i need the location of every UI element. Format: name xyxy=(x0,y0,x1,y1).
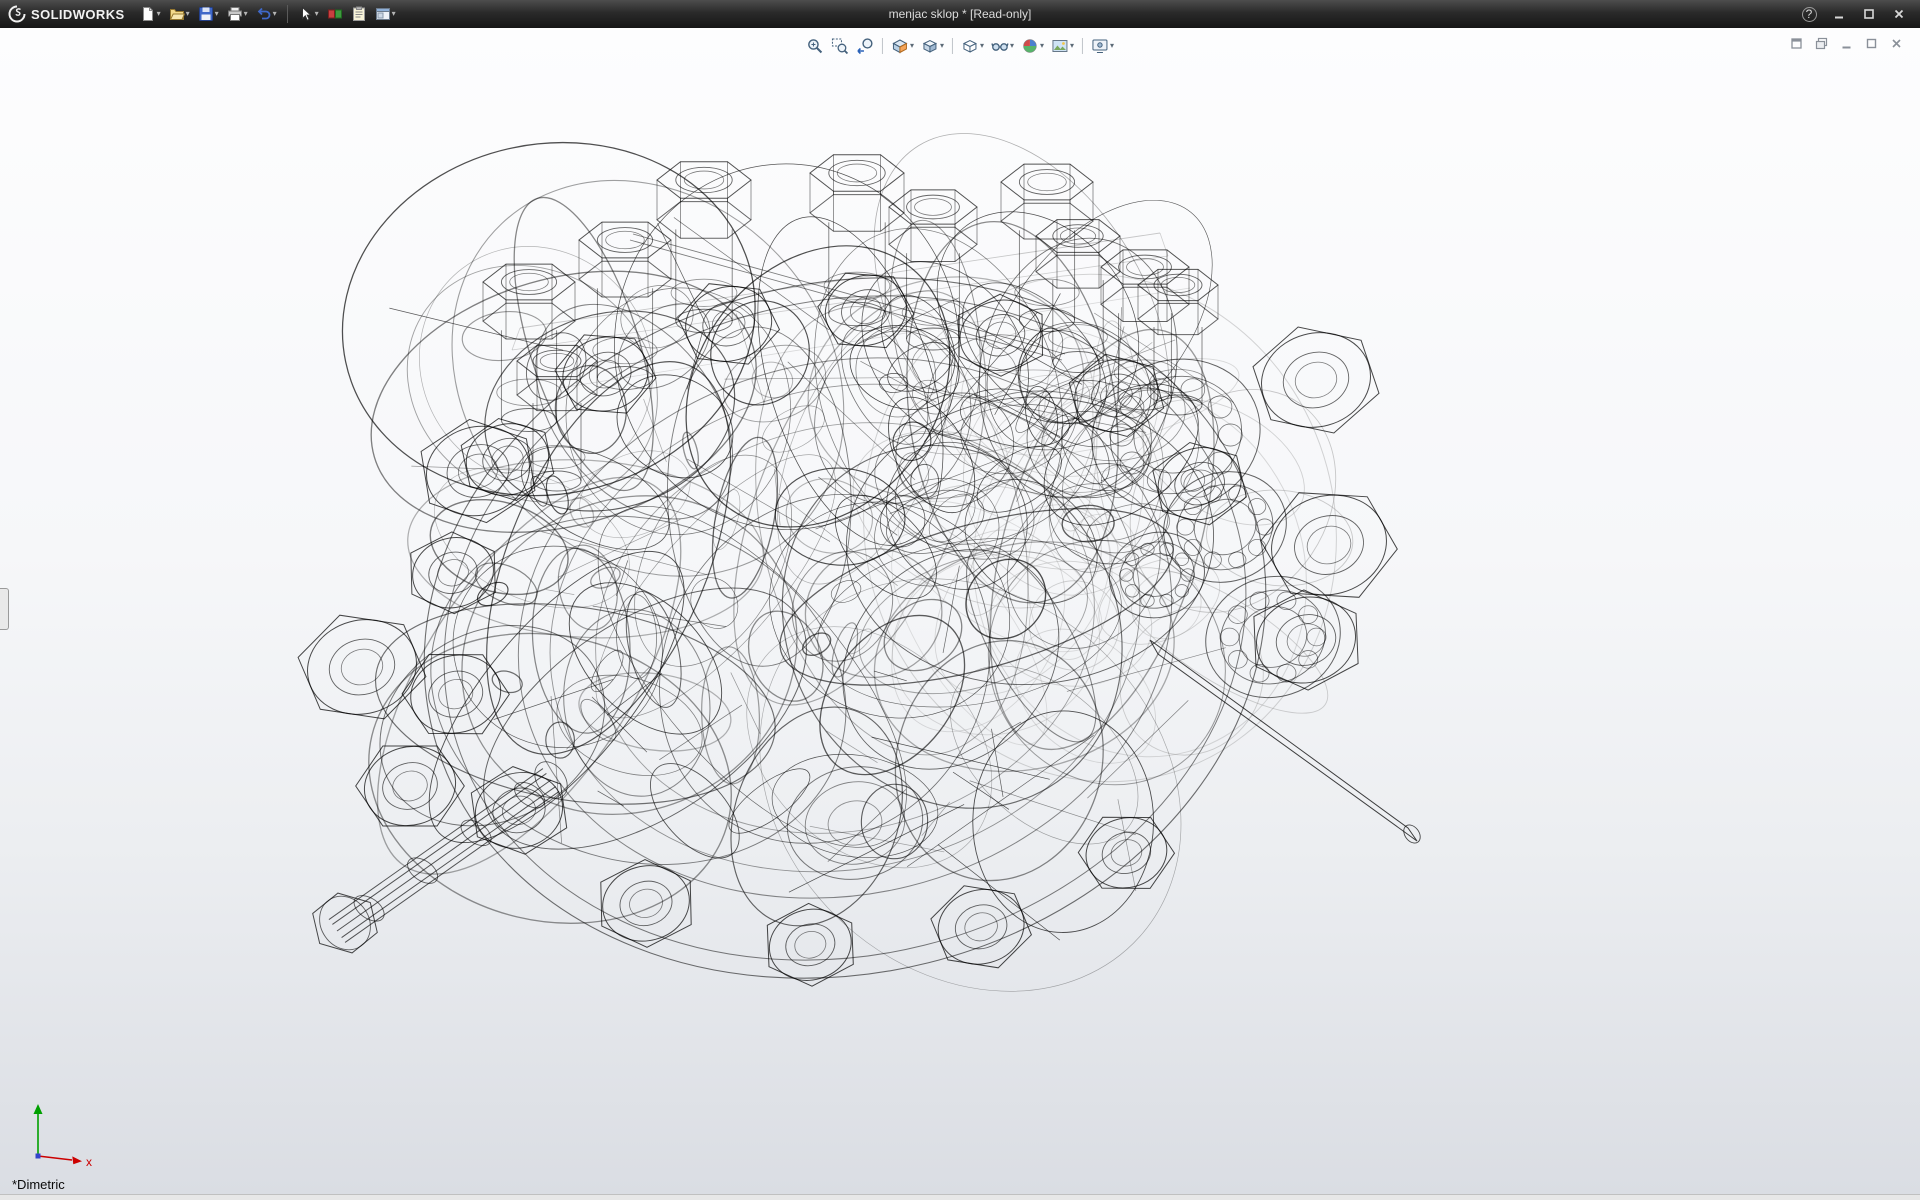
zoom-to-fit-icon xyxy=(806,37,824,55)
toolbar-separator xyxy=(1082,38,1083,54)
chevron-down-icon[interactable]: ▾ xyxy=(910,42,914,50)
section-view-icon xyxy=(891,37,909,55)
window-maximize-icon xyxy=(1865,37,1878,50)
print-icon xyxy=(227,6,243,22)
graphics-viewport[interactable]: ▾ ▾ ▾ ▾ xyxy=(0,28,1920,1194)
doc-minimize-button[interactable] xyxy=(1838,35,1854,51)
chevron-down-icon[interactable]: ▾ xyxy=(980,42,984,50)
maximize-button[interactable] xyxy=(1860,5,1878,23)
save-floppy-icon xyxy=(198,6,214,22)
undo-button[interactable]: ▾ xyxy=(253,4,280,24)
reference-triad[interactable]: x xyxy=(24,1100,98,1168)
zoom-to-area-icon xyxy=(831,37,849,55)
previous-view-icon xyxy=(856,37,874,55)
titlebar-toolbar: ▾ ▾ ▾ ▾ xyxy=(137,4,399,24)
doc-restore-button[interactable] xyxy=(1788,35,1804,51)
close-button[interactable] xyxy=(1890,5,1908,23)
window-minimize-icon xyxy=(1840,37,1853,50)
view-orientation-cube-icon xyxy=(921,37,939,55)
previous-view-button[interactable] xyxy=(854,36,876,56)
chevron-down-icon[interactable]: ▾ xyxy=(186,10,190,18)
chevron-down-icon[interactable]: ▾ xyxy=(215,10,219,18)
display-style-button[interactable]: ▾ xyxy=(959,36,986,56)
edit-appearance-button[interactable]: ▾ xyxy=(1019,36,1046,56)
toolbar-separator xyxy=(952,38,953,54)
select-cursor-icon xyxy=(298,6,314,22)
help-icon: ? xyxy=(1802,7,1817,22)
new-document-button[interactable]: ▾ xyxy=(137,4,164,24)
brand-text: SOLIDWORKS xyxy=(31,7,125,22)
options-panel-icon xyxy=(375,6,391,22)
display-style-wireframe-icon xyxy=(961,37,979,55)
apply-scene-button[interactable]: ▾ xyxy=(1049,36,1076,56)
view-settings-icon xyxy=(1091,37,1109,55)
hide-show-glasses-icon xyxy=(991,37,1009,55)
view-settings-button[interactable]: ▾ xyxy=(1089,36,1116,56)
doc-close-button[interactable] xyxy=(1888,35,1904,51)
triad-x-axis-arrow xyxy=(72,1156,82,1164)
clipboard-icon xyxy=(351,6,367,22)
save-button[interactable]: ▾ xyxy=(195,4,222,24)
maximize-icon xyxy=(1863,8,1875,20)
model-wireframe-canvas[interactable] xyxy=(0,28,1920,1194)
window-restore-icon xyxy=(1790,37,1803,50)
doc-float-button[interactable] xyxy=(1813,35,1829,51)
window-close-icon xyxy=(1890,37,1903,50)
hide-show-items-button[interactable]: ▾ xyxy=(989,36,1016,56)
toolbar-separator xyxy=(287,5,288,23)
selection-filter-button[interactable] xyxy=(324,4,346,24)
heads-up-view-toolbar: ▾ ▾ ▾ ▾ xyxy=(800,34,1120,58)
chevron-down-icon[interactable]: ▾ xyxy=(1070,42,1074,50)
file-properties-button[interactable] xyxy=(348,4,370,24)
minimize-button[interactable] xyxy=(1830,5,1848,23)
open-button[interactable]: ▾ xyxy=(166,4,193,24)
chevron-down-icon[interactable]: ▾ xyxy=(1010,42,1014,50)
chevron-down-icon[interactable]: ▾ xyxy=(1040,42,1044,50)
close-icon xyxy=(1893,8,1905,20)
titlebar: SOLIDWORKS ▾ ▾ ▾ xyxy=(0,0,1920,28)
featuremanager-flyout-tab[interactable] xyxy=(0,588,9,630)
view-orientation-label: *Dimetric xyxy=(12,1177,65,1192)
triad-y-axis-arrow xyxy=(34,1104,43,1114)
doc-maximize-button[interactable] xyxy=(1863,35,1879,51)
open-folder-icon xyxy=(169,6,185,22)
chevron-down-icon[interactable]: ▾ xyxy=(392,10,396,18)
solidworks-logo-icon xyxy=(8,5,26,23)
chevron-down-icon[interactable]: ▾ xyxy=(273,10,277,18)
app-window-controls: ? xyxy=(1800,5,1920,23)
selection-filter-icon xyxy=(327,6,343,22)
chevron-down-icon[interactable]: ▾ xyxy=(315,10,319,18)
options-button[interactable]: ▾ xyxy=(372,4,399,24)
chevron-down-icon[interactable]: ▾ xyxy=(1110,42,1114,50)
view-orientation-button[interactable]: ▾ xyxy=(919,36,946,56)
apply-scene-icon xyxy=(1051,37,1069,55)
solidworks-logo: SOLIDWORKS xyxy=(0,5,137,23)
toolbar-separator xyxy=(882,38,883,54)
bottom-status-strip xyxy=(0,1194,1920,1200)
window-float-icon xyxy=(1815,37,1828,50)
select-button[interactable]: ▾ xyxy=(295,4,322,24)
document-window-controls xyxy=(1788,35,1904,51)
chevron-down-icon[interactable]: ▾ xyxy=(940,42,944,50)
chevron-down-icon[interactable]: ▾ xyxy=(157,10,161,18)
triad-x-label: x xyxy=(86,1155,92,1168)
section-view-button[interactable]: ▾ xyxy=(889,36,916,56)
undo-arrow-icon xyxy=(256,6,272,22)
minimize-icon xyxy=(1833,8,1845,20)
help-button[interactable]: ? xyxy=(1800,5,1818,23)
triad-z-axis-dot xyxy=(36,1154,41,1159)
edit-appearance-ball-icon xyxy=(1021,37,1039,55)
zoom-to-area-button[interactable] xyxy=(829,36,851,56)
document-title: menjac sklop * [Read-only] xyxy=(889,7,1032,21)
new-document-icon xyxy=(140,6,156,22)
print-button[interactable]: ▾ xyxy=(224,4,251,24)
zoom-to-fit-button[interactable] xyxy=(804,36,826,56)
chevron-down-icon[interactable]: ▾ xyxy=(244,10,248,18)
